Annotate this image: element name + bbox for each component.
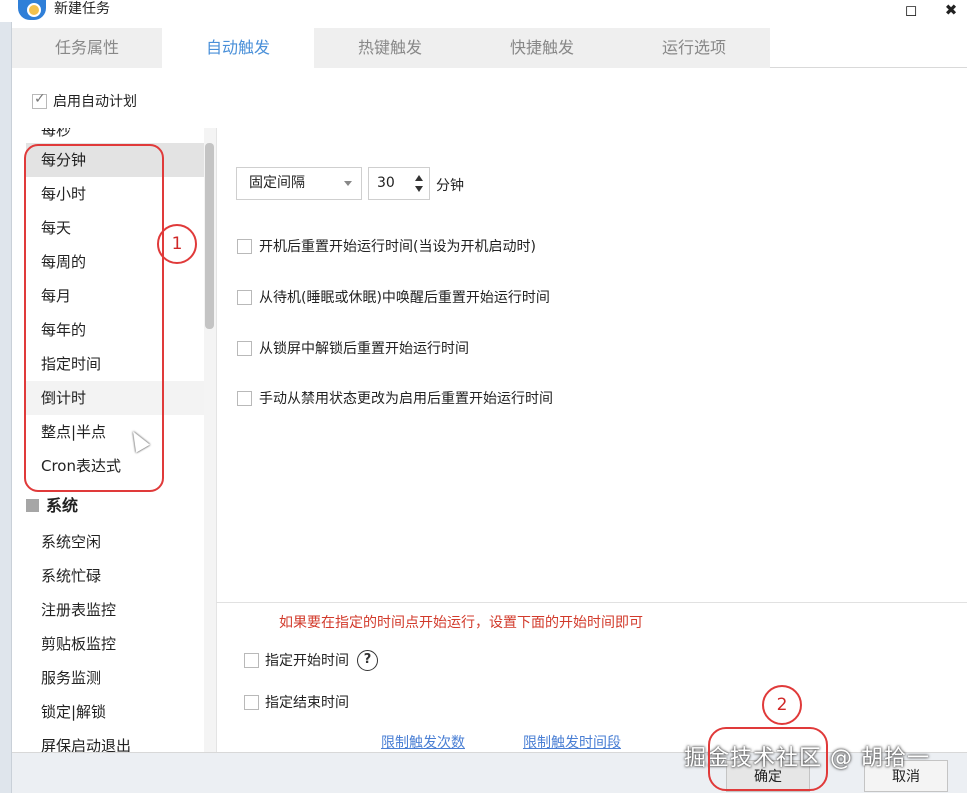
- interval-mode-select[interactable]: 固定间隔: [236, 167, 362, 200]
- interval-unit-label: 分钟: [436, 178, 464, 194]
- interval-mode-value: 固定间隔: [249, 175, 305, 191]
- section-system-label: 系统: [46, 496, 79, 515]
- option-checkbox[interactable]: [237, 340, 252, 356]
- list-item-system-busy[interactable]: 系统忙碌: [26, 559, 204, 593]
- enable-schedule-checkbox[interactable]: [32, 91, 47, 109]
- section-system[interactable]: 系统: [26, 489, 204, 523]
- limit-trigger-period-link[interactable]: 限制触发时间段: [523, 732, 621, 752]
- option-reset-after-boot[interactable]: 开机后重置开始运行时间(当设为开机启动时): [237, 236, 536, 256]
- option-checkbox[interactable]: [237, 238, 252, 254]
- annotation-marker-2: 2: [762, 685, 802, 725]
- annotation-marker-1: 1: [157, 224, 197, 264]
- interval-value: 30: [377, 175, 395, 191]
- option-checkbox[interactable]: [237, 390, 252, 406]
- chevron-down-icon: [344, 181, 352, 186]
- option-reset-after-unlock[interactable]: 从锁屏中解锁后重置开始运行时间: [237, 338, 469, 358]
- list-scrollbar-thumb[interactable]: [205, 143, 214, 329]
- start-time-label: 指定开始时间: [265, 653, 349, 669]
- annotation-highlight-list: [24, 144, 164, 492]
- app-logo-icon: [18, 0, 46, 20]
- list-item-lock-unlock[interactable]: 锁定|解锁: [26, 695, 204, 729]
- list-item-clipboard-monitor[interactable]: 剪贴板监控: [26, 627, 204, 661]
- option-checkbox[interactable]: [237, 289, 252, 305]
- option-label: 手动从禁用状态更改为启用后重置开始运行时间: [259, 391, 553, 407]
- option-reset-after-wake[interactable]: 从待机(睡眠或休眠)中唤醒后重置开始运行时间: [237, 287, 550, 307]
- window-title: 新建任务: [54, 1, 110, 17]
- tab-hotkey-trigger[interactable]: 热键触发: [314, 28, 466, 68]
- new-task-window: 新建任务 ◻ ✖ 任务属性 自动触发 热键触发 快捷触发 运行选项 启用自动计划…: [0, 0, 967, 793]
- spin-down-icon[interactable]: [415, 186, 423, 192]
- list-item-screensaver[interactable]: 屏保启动退出: [26, 729, 204, 752]
- option-label: 从锁屏中解锁后重置开始运行时间: [259, 341, 469, 357]
- tab-run-options[interactable]: 运行选项: [618, 28, 770, 68]
- list-item-service-monitor[interactable]: 服务监测: [26, 661, 204, 695]
- tab-quick-trigger[interactable]: 快捷触发: [466, 28, 618, 68]
- start-time-hint: 如果要在指定的时间点开始运行，设置下面的开始时间即可: [279, 615, 643, 631]
- help-icon[interactable]: ?: [357, 649, 378, 671]
- close-icon[interactable]: ✖: [936, 0, 966, 20]
- start-time-row[interactable]: 指定开始时间 ?: [244, 649, 378, 671]
- option-label: 开机后重置开始运行时间(当设为开机启动时): [259, 239, 536, 255]
- limit-trigger-count-link[interactable]: 限制触发次数: [381, 732, 465, 752]
- enable-schedule-label: 启用自动计划: [53, 94, 137, 110]
- end-time-row[interactable]: 指定结束时间: [244, 692, 349, 712]
- option-label: 从待机(睡眠或休眠)中唤醒后重置开始运行时间: [259, 290, 550, 306]
- spin-up-icon[interactable]: [415, 175, 423, 181]
- maximize-icon[interactable]: ◻: [896, 0, 926, 20]
- start-time-checkbox[interactable]: [244, 652, 259, 668]
- list-item-system-idle[interactable]: 系统空闲: [26, 525, 204, 559]
- tab-bar: 任务属性 自动触发 热键触发 快捷触发 运行选项: [12, 28, 967, 68]
- end-time-checkbox[interactable]: [244, 694, 259, 710]
- collapse-square-icon: [26, 499, 39, 512]
- list-item-registry-monitor[interactable]: 注册表监控: [26, 593, 204, 627]
- tab-auto-trigger[interactable]: 自动触发: [162, 28, 314, 68]
- option-reset-after-enable[interactable]: 手动从禁用状态更改为启用后重置开始运行时间: [237, 388, 553, 408]
- interval-value-stepper[interactable]: 30: [368, 167, 430, 200]
- enable-schedule-row[interactable]: 启用自动计划: [32, 90, 137, 112]
- end-time-label: 指定结束时间: [265, 695, 349, 711]
- background-window-edge: [0, 22, 12, 793]
- tab-task-properties[interactable]: 任务属性: [12, 28, 162, 68]
- title-bar: 新建任务 ◻ ✖: [0, 0, 967, 22]
- annotation-highlight-ok: [708, 727, 828, 791]
